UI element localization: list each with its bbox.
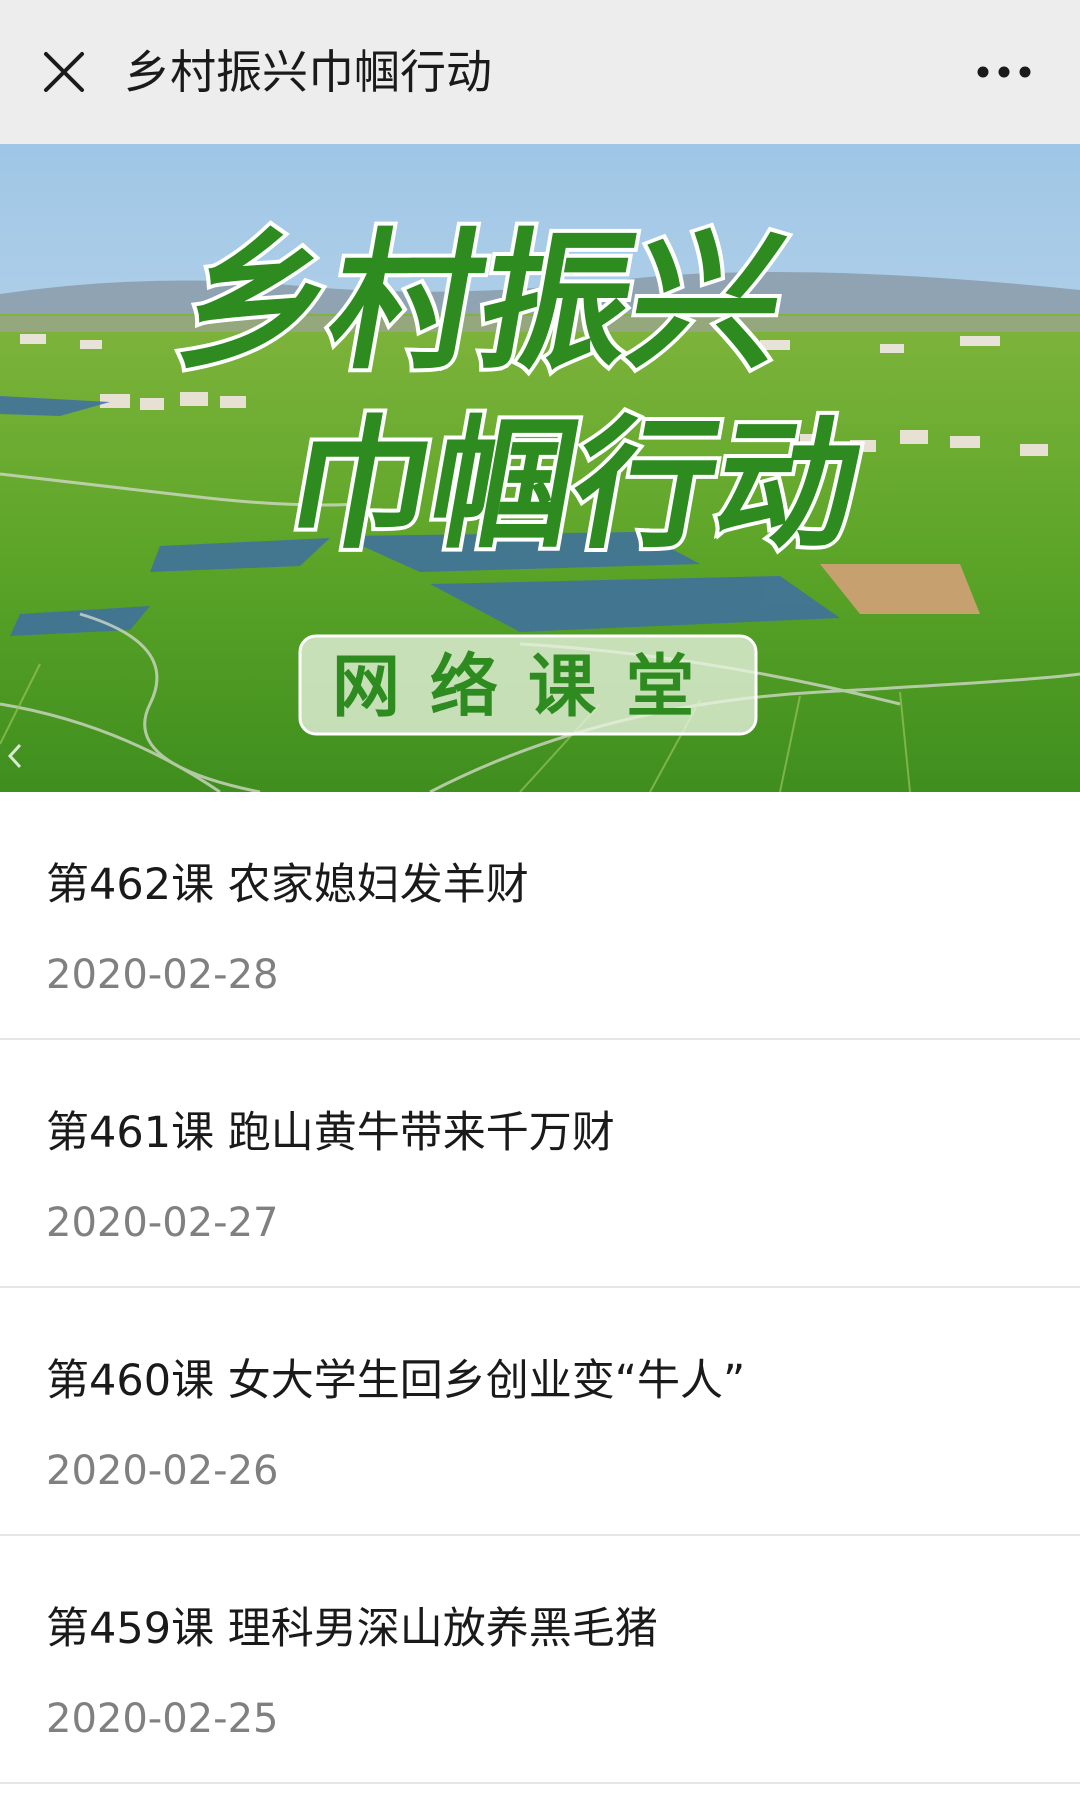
article-title: 第462课 农家媳妇发羊财 <box>46 860 529 910</box>
more-horizontal-icon <box>977 66 1031 78</box>
title-bar: 乡村振兴巾帼行动 <box>0 0 1080 144</box>
banner-image[interactable]: 乡村振兴 巾帼行动 网络课堂 <box>0 144 1080 792</box>
banner-title-line2: 巾帼行动 <box>276 402 873 568</box>
article-title: 第460课 女大学生回乡创业变“牛人” <box>46 1356 746 1406</box>
article-list: 第462课 农家媳妇发羊财 2020-02-28 第461课 跑山黄牛带来千万财… <box>0 792 1080 1784</box>
page-title: 乡村振兴巾帼行动 <box>124 45 492 99</box>
list-item[interactable]: 第462课 农家媳妇发羊财 2020-02-28 <box>0 792 1080 1040</box>
article-date: 2020-02-27 <box>46 1200 279 1246</box>
carousel-prev-button[interactable] <box>0 728 50 784</box>
more-button[interactable] <box>964 40 1044 104</box>
list-item[interactable]: 第461课 跑山黄牛带来千万财 2020-02-27 <box>0 1040 1080 1288</box>
banner-subtitle: 网络课堂 <box>332 648 724 727</box>
list-item[interactable]: 第459课 理科男深山放养黑毛猪 2020-02-25 <box>0 1536 1080 1784</box>
article-title: 第459课 理科男深山放养黑毛猪 <box>46 1604 658 1654</box>
list-item[interactable]: 第460课 女大学生回乡创业变“牛人” 2020-02-26 <box>0 1288 1080 1536</box>
chevron-left-icon <box>7 743 22 769</box>
article-date: 2020-02-25 <box>46 1696 279 1742</box>
close-icon <box>44 52 84 92</box>
article-title: 第461课 跑山黄牛带来千万财 <box>46 1108 615 1158</box>
article-date: 2020-02-28 <box>46 952 279 998</box>
article-date: 2020-02-26 <box>46 1448 279 1494</box>
close-button[interactable] <box>32 40 96 104</box>
banner-title-line1: 乡村振兴 <box>167 215 798 390</box>
